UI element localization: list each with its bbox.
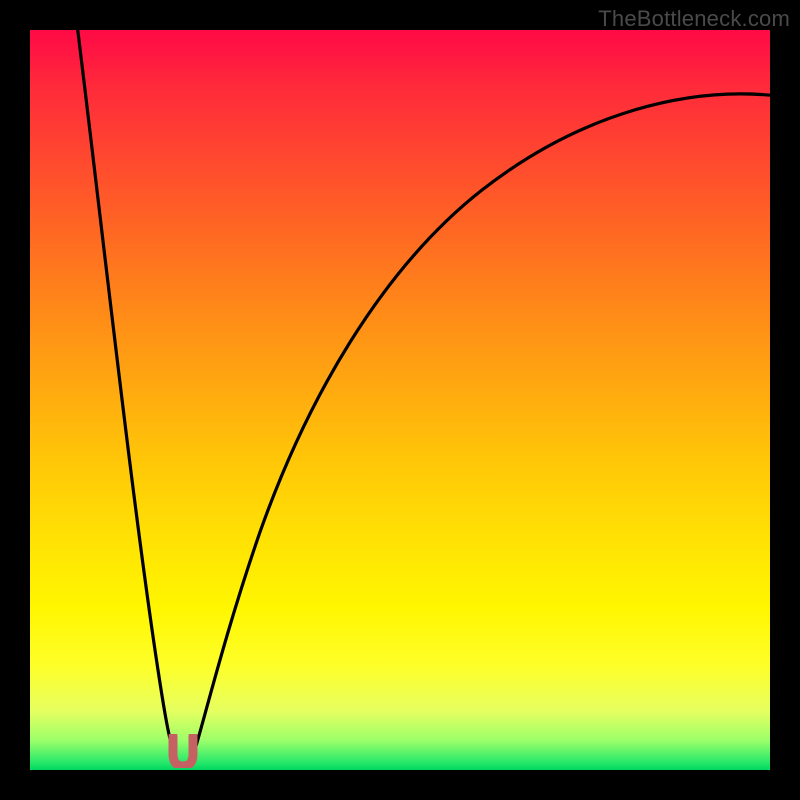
curve-left-branch [77,24,178,766]
watermark-text: TheBottleneck.com [598,6,790,32]
chart-frame: TheBottleneck.com [0,0,800,800]
bottleneck-curve [30,30,770,770]
curve-right-branch [190,94,778,766]
plot-area [30,30,770,770]
